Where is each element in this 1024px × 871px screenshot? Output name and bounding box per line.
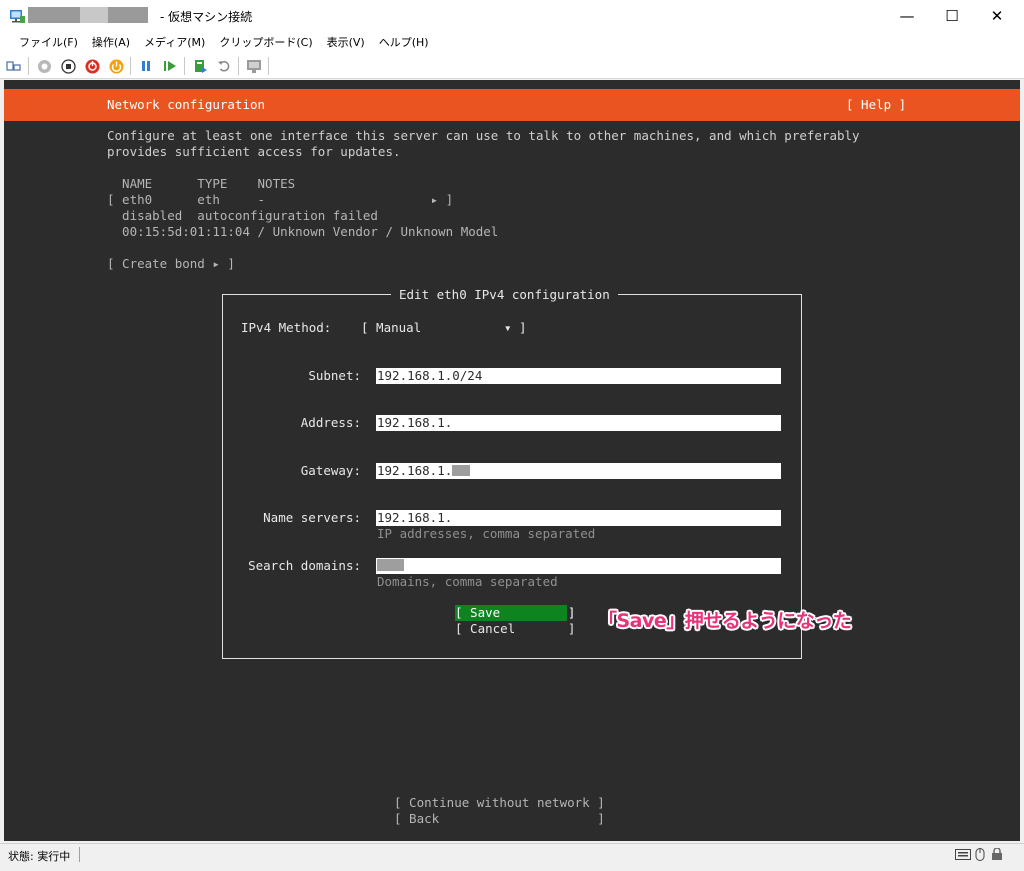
window-title: - 仮想マシン接続	[160, 10, 253, 24]
interface-row-eth0[interactable]: [ eth0 eth - ▸ ]	[107, 192, 453, 208]
gateway-label: Gateway:	[300, 463, 361, 478]
interface-hardware: 00:15:5d:01:11:04 / Unknown Vendor / Unk…	[107, 224, 499, 239]
checkpoint-icon[interactable]	[192, 58, 208, 74]
mouse-icon	[975, 848, 985, 861]
name-servers-label: Name servers:	[263, 510, 361, 525]
vm-status: 状態: 実行中	[8, 850, 71, 863]
menu-view[interactable]: 表示(V)	[320, 32, 372, 52]
power-icon[interactable]	[108, 58, 124, 74]
cancel-button[interactable]: [ Cancel ]	[455, 621, 575, 637]
description-line-1: Configure at least one interface this se…	[107, 128, 860, 143]
menu-clipboard[interactable]: クリップボード(C)	[212, 32, 319, 52]
enhanced-session-icon[interactable]	[246, 58, 262, 74]
revert-icon[interactable]	[216, 58, 232, 74]
annotation-callout: 「Save」押せるようになった	[598, 610, 852, 632]
turn-off-icon[interactable]	[60, 58, 76, 74]
address-input[interactable]: 192.168.1.	[376, 415, 781, 431]
close-button[interactable]: ✕	[974, 0, 1020, 32]
gateway-input[interactable]: 192.168.1.	[376, 463, 781, 479]
dialog-title: Edit eth0 IPv4 configuration	[391, 287, 618, 303]
interface-status: disabled autoconfiguration failed	[107, 208, 378, 223]
menu-help[interactable]: ヘルプ(H)	[372, 32, 436, 52]
ipv4-method-select[interactable]: [ Manual ▾ ]	[361, 320, 527, 336]
keyboard-icon	[955, 849, 971, 860]
menu-file[interactable]: ファイル(F)	[12, 32, 85, 52]
search-domains-hint: Domains, comma separated	[377, 574, 558, 589]
ctrl-alt-del-icon[interactable]	[6, 58, 22, 74]
create-bond-button[interactable]: [ Create bond ▸ ]	[107, 256, 235, 272]
description-line-2: provides sufficient access for updates.	[107, 144, 401, 159]
redacted-octet	[452, 465, 471, 476]
ipv4-method-label: IPv4 Method:	[241, 320, 332, 335]
maximize-button[interactable]: ☐	[929, 0, 975, 32]
search-domains-label: Search domains:	[248, 558, 361, 573]
subnet-label: Subnet:	[308, 368, 361, 383]
vm-console[interactable]: Network configuration [ Help ] Configure…	[4, 80, 1020, 841]
interface-table-header: NAME TYPE NOTES	[107, 176, 296, 191]
menu-action[interactable]: 操作(A)	[85, 32, 137, 52]
help-button[interactable]: [ Help ]	[846, 97, 906, 113]
title-bar: - 仮想マシン接続 — ☐ ✕	[0, 0, 1024, 32]
menu-bar: ファイル(F) 操作(A) メディア(M) クリップボード(C) 表示(V) ヘ…	[0, 32, 1024, 52]
ipv4-config-dialog: Edit eth0 IPv4 configuration IPv4 Method…	[222, 287, 852, 659]
name-servers-hint: IP addresses, comma separated	[377, 526, 596, 541]
toolbar	[0, 52, 1024, 79]
address-label: Address:	[300, 415, 361, 430]
back-button[interactable]: [ Back ]	[394, 811, 605, 827]
lock-icon	[992, 848, 1002, 860]
redacted-host-name	[108, 7, 148, 23]
save-button[interactable]: [ Save ]	[455, 605, 575, 621]
menu-media[interactable]: メディア(M)	[137, 32, 212, 52]
start-icon[interactable]	[36, 58, 52, 74]
status-bar: 状態: 実行中	[0, 843, 1024, 865]
shutdown-icon[interactable]	[84, 58, 100, 74]
header-title: Network configuration	[107, 97, 266, 112]
vm-connection-icon	[10, 10, 25, 23]
name-servers-input[interactable]: 192.168.1.	[376, 510, 781, 526]
installer-header: Network configuration [ Help ]	[4, 89, 1020, 121]
redacted-domain	[377, 559, 404, 571]
redacted-vm-name	[80, 7, 108, 23]
pause-icon[interactable]	[138, 58, 154, 74]
subnet-input[interactable]: 192.168.1.0/24	[376, 368, 781, 384]
minimize-button[interactable]: —	[884, 0, 930, 32]
resume-icon[interactable]	[162, 58, 178, 74]
search-domains-input[interactable]	[376, 558, 781, 574]
continue-without-network-button[interactable]: [ Continue without network ]	[394, 795, 605, 811]
redacted-vm-name	[28, 7, 80, 23]
